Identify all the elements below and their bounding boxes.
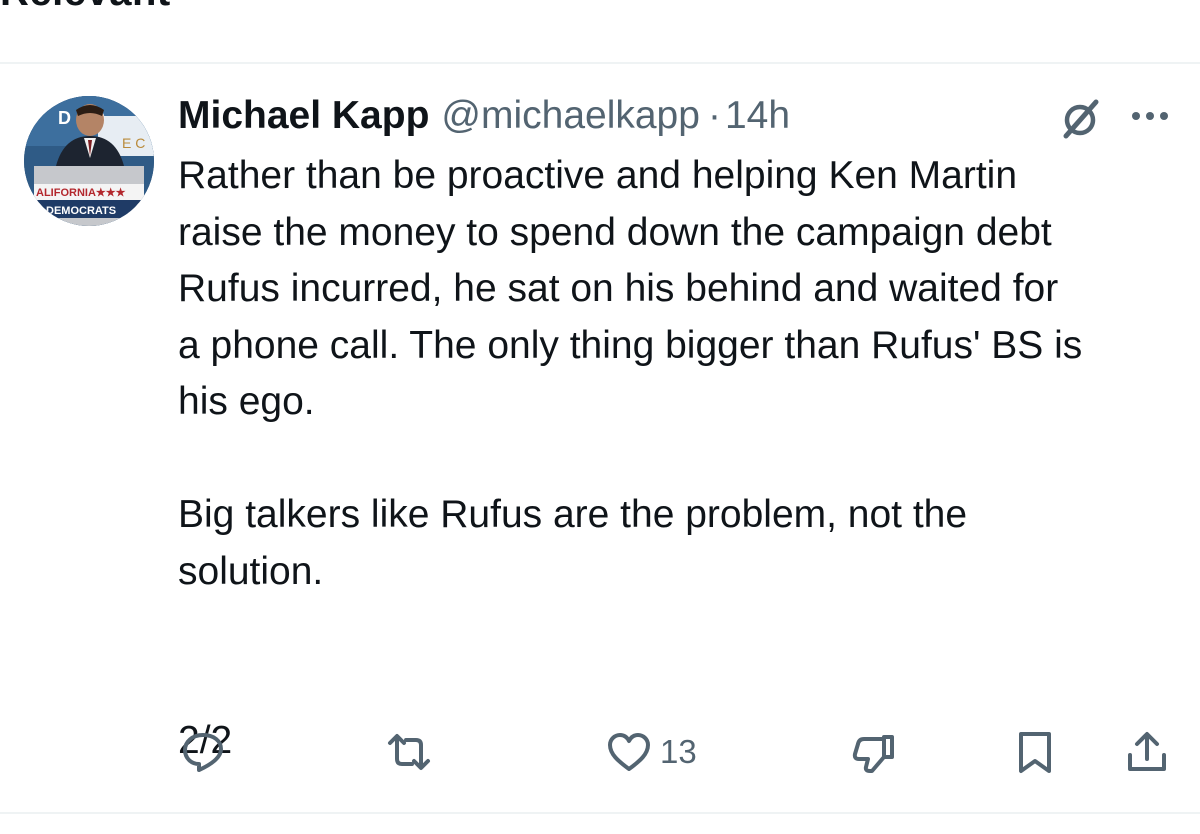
chevron-down-icon[interactable]: [198, 0, 218, 2]
grok-icon[interactable]: [1056, 96, 1104, 144]
svg-text:E C: E C: [122, 135, 145, 151]
like-count: 13: [660, 733, 697, 770]
like-button[interactable]: 13: [606, 722, 697, 782]
share-icon: [1128, 732, 1166, 771]
retweet-icon: [388, 734, 430, 770]
reply-button[interactable]: [180, 722, 226, 782]
dislike-button[interactable]: [850, 722, 896, 782]
tweet-header: Michael Kapp @michaelkapp · 14h: [178, 94, 790, 138]
avatar-banner-text: ALIFORNIA★★★: [36, 187, 126, 199]
avatar-photo: D MO E C ALIFORNIA★★★ DEMOCRATS: [24, 96, 154, 226]
avatar[interactable]: D MO E C ALIFORNIA★★★ DEMOCRATS: [24, 96, 154, 226]
tweet-text: Rather than be proactive and helping Ken…: [178, 154, 1083, 762]
divider: [0, 812, 1200, 814]
dislike-icon: [852, 735, 894, 773]
avatar-banner-sub: DEMOCRATS: [46, 205, 116, 217]
bookmark-button[interactable]: [1012, 722, 1058, 782]
bookmark-icon: [1019, 732, 1051, 773]
more-icon[interactable]: [1128, 104, 1172, 128]
like-icon: [608, 733, 650, 771]
share-button[interactable]: [1124, 722, 1170, 782]
tweet-actions: 13: [0, 722, 1200, 782]
separator-dot: ·: [707, 94, 721, 137]
author-handle[interactable]: @michaelkapp: [441, 94, 700, 138]
author-name[interactable]: Michael Kapp: [178, 94, 429, 138]
reply-icon: [183, 733, 223, 772]
divider: [0, 62, 1200, 64]
sort-filter-label[interactable]: Relevant: [0, 0, 171, 15]
timestamp[interactable]: 14h: [725, 94, 790, 138]
retweet-button[interactable]: [386, 722, 432, 782]
